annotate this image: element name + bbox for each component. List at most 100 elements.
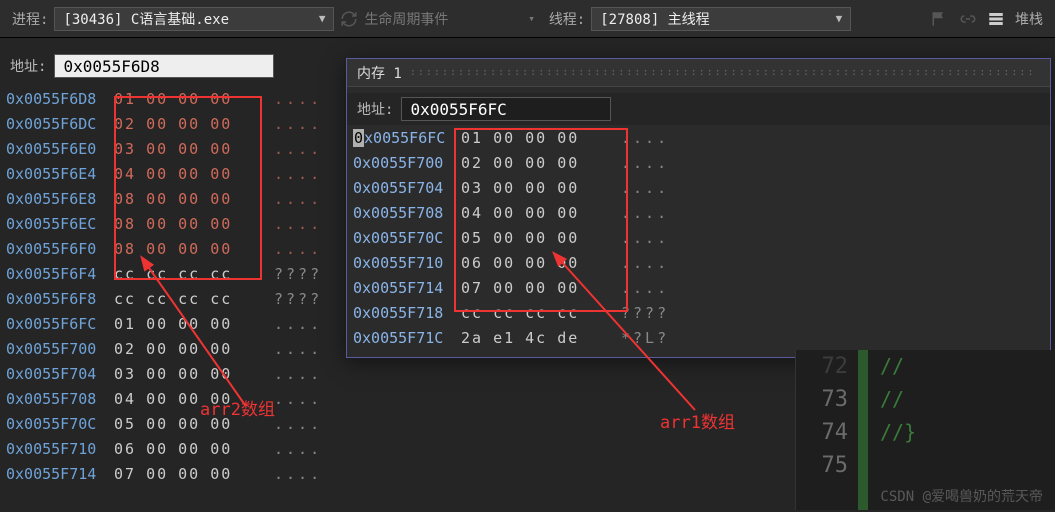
memory-address: 0x0055F6F4 [0, 265, 114, 283]
memory-ascii: .... [264, 340, 334, 358]
memory-bytes: 08000000 [114, 215, 264, 233]
memory-bytes: 06000000 [461, 254, 611, 272]
memory-address: 0x0055F6DC [0, 115, 114, 133]
memory-ascii: .... [264, 140, 334, 158]
memory-ascii: .... [264, 165, 334, 183]
memory-bytes: 03000000 [114, 365, 264, 383]
memory-row[interactable]: 0x0055F6DC02000000.... [0, 111, 340, 136]
lifecycle-label[interactable]: 生命周期事件 [364, 9, 448, 29]
memory-bytes: 02000000 [461, 154, 611, 172]
memory-row[interactable]: 0x0055F6F4cccccccc???? [0, 261, 340, 286]
process-value: [30436] C语言基础.exe [63, 9, 229, 29]
memory-row[interactable]: 0x0055F70C05000000.... [0, 411, 340, 436]
thread-value: [27808] 主线程 [600, 9, 709, 29]
memory-row[interactable]: 0x0055F6EC08000000.... [0, 211, 340, 236]
memory-dump[interactable]: 0x0055F6D801000000....0x0055F6DC02000000… [0, 86, 340, 486]
chevron-down-icon: ▼ [319, 12, 326, 25]
memory-ascii: ???? [611, 304, 681, 322]
memory-row[interactable]: 0x0055F71006000000.... [347, 250, 1050, 275]
memory-address: 0x0055F6E0 [0, 140, 114, 158]
memory-row[interactable]: 0x0055F6FC01000000.... [347, 125, 1050, 150]
memory-row[interactable]: 0x0055F70403000000.... [347, 175, 1050, 200]
memory-ascii: .... [611, 154, 681, 172]
memory-row[interactable]: 0x0055F71C2ae14cde*?L? [347, 325, 1050, 350]
memory-address: 0x0055F6D8 [0, 90, 114, 108]
memory-row[interactable]: 0x0055F70C05000000.... [347, 225, 1050, 250]
process-combo[interactable]: [30436] C语言基础.exe ▼ [54, 7, 334, 31]
stack-label[interactable]: 堆栈 [1015, 9, 1043, 29]
memory-row[interactable]: 0x0055F71407000000.... [0, 461, 340, 486]
refresh-icon[interactable] [340, 10, 358, 28]
memory-address: 0x0055F700 [347, 154, 461, 172]
link-icon[interactable] [959, 10, 977, 28]
memory-address: 0x0055F718 [347, 304, 461, 322]
memory-pane-left: 地址: 0x0055F6D801000000....0x0055F6DC0200… [0, 50, 340, 486]
watermark: CSDN @爱喝兽奶的荒天帝 [880, 486, 1043, 506]
memory-address: 0x0055F6F8 [0, 290, 114, 308]
memory-row[interactable]: 0x0055F6F008000000.... [0, 236, 340, 261]
memory-row[interactable]: 0x0055F6E003000000.... [0, 136, 340, 161]
memory-row[interactable]: 0x0055F70804000000.... [0, 386, 340, 411]
memory-address: 0x0055F6F0 [0, 240, 114, 258]
memory-address: 0x0055F70C [347, 229, 461, 247]
address-input[interactable] [54, 54, 274, 78]
memory-row[interactable]: 0x0055F6F8cccccccc???? [0, 286, 340, 311]
memory-ascii: .... [264, 115, 334, 133]
memory-bytes: 01000000 [114, 315, 264, 333]
code-line: // [880, 383, 1055, 416]
thread-label: 线程: [549, 9, 585, 29]
memory-row[interactable]: 0x0055F70002000000.... [0, 336, 340, 361]
memory-row[interactable]: 0x0055F70804000000.... [347, 200, 1050, 225]
flag-icon[interactable] [931, 10, 949, 28]
memory-address: 0x0055F6EC [0, 215, 114, 233]
memory-row[interactable]: 0x0055F6E808000000.... [0, 186, 340, 211]
address-label: 地址: [357, 99, 393, 119]
address-bar: 地址: [0, 50, 340, 82]
memory-address: 0x0055F71C [347, 329, 461, 347]
code-line: // [880, 350, 1055, 383]
memory-bytes: 06000000 [114, 440, 264, 458]
memory-row[interactable]: 0x0055F71407000000.... [347, 275, 1050, 300]
memory-bytes: 04000000 [114, 165, 264, 183]
memory-row[interactable]: 0x0055F6D801000000.... [0, 86, 340, 111]
memory-address: 0x0055F6FC [347, 129, 461, 147]
memory-ascii: *?L? [611, 329, 681, 347]
chevron-down-icon: ▾ [528, 12, 535, 25]
memory-bytes: 03000000 [114, 140, 264, 158]
address-input[interactable] [401, 97, 611, 121]
memory-row[interactable]: 0x0055F6FC01000000.... [0, 311, 340, 336]
toolbar-right-icons: 堆栈 [931, 9, 1043, 29]
memory-ascii: .... [611, 204, 681, 222]
memory-window-overlay: 内存 1 :::::::::::::::::::::::::::::::::::… [346, 58, 1051, 358]
titlebar-dots: ::::::::::::::::::::::::::::::::::::::::… [410, 67, 1040, 78]
memory-row[interactable]: 0x0055F71006000000.... [0, 436, 340, 461]
memory-ascii: .... [264, 90, 334, 108]
memory-address: 0x0055F714 [347, 279, 461, 297]
memory-row[interactable]: 0x0055F6E404000000.... [0, 161, 340, 186]
memory-row[interactable]: 0x0055F70002000000.... [347, 150, 1050, 175]
memory-bytes: 08000000 [114, 240, 264, 258]
memory-ascii: .... [611, 179, 681, 197]
memory-address: 0x0055F6E8 [0, 190, 114, 208]
memory-address: 0x0055F70C [0, 415, 114, 433]
address-bar: 地址: [347, 93, 1050, 125]
memory-address: 0x0055F704 [347, 179, 461, 197]
memory-address: 0x0055F714 [0, 465, 114, 483]
memory-ascii: .... [264, 240, 334, 258]
memory-address: 0x0055F710 [347, 254, 461, 272]
callstack-icon[interactable] [987, 10, 1005, 28]
memory-row[interactable]: 0x0055F70403000000.... [0, 361, 340, 386]
memory-ascii: .... [264, 390, 334, 408]
window-titlebar[interactable]: 内存 1 :::::::::::::::::::::::::::::::::::… [347, 59, 1050, 87]
process-label: 进程: [12, 9, 48, 29]
memory-bytes: 04000000 [461, 204, 611, 222]
memory-row[interactable]: 0x0055F718cccccccc???? [347, 300, 1050, 325]
memory-bytes: 05000000 [114, 415, 264, 433]
memory-ascii: .... [264, 315, 334, 333]
thread-combo[interactable]: [27808] 主线程 ▼ [591, 7, 851, 31]
memory-ascii: ???? [264, 265, 334, 283]
memory-bytes: 02000000 [114, 115, 264, 133]
memory-dump[interactable]: 0x0055F6FC01000000....0x0055F70002000000… [347, 125, 1050, 350]
window-title: 内存 1 [357, 63, 402, 83]
memory-ascii: .... [264, 215, 334, 233]
